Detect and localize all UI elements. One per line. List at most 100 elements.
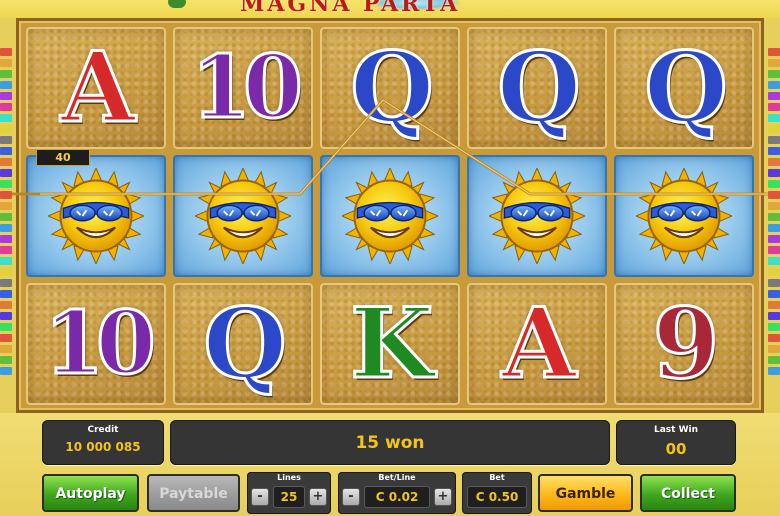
payline-marker (768, 356, 780, 364)
payline-marker (0, 345, 12, 353)
autoplay-button[interactable]: Autoplay (42, 474, 139, 512)
bet-per-line-plus-button[interactable]: + (434, 488, 452, 506)
payline-marker (768, 279, 780, 287)
lines-label: Lines (277, 473, 301, 482)
payline-marker (0, 191, 12, 199)
symbol-9: 9 (651, 287, 721, 400)
payline-marker (768, 202, 780, 210)
reel-frame: A 10 10 Q Q K Q A Q 9 (16, 18, 764, 413)
paytable-button[interactable]: Paytable (147, 474, 240, 512)
payline-marker (0, 235, 12, 243)
payline-marker (0, 202, 12, 210)
lines-minus-button[interactable]: - (251, 488, 269, 506)
payline-marker (0, 268, 12, 276)
payline-marker (768, 290, 780, 298)
sun-sunglasses-icon (636, 168, 732, 264)
total-bet-control: Bet C 0.50 (462, 472, 532, 514)
payline-marker (0, 180, 12, 188)
payline-marker (0, 301, 12, 309)
payline-marker (0, 92, 12, 100)
payline-marker (768, 345, 780, 353)
sun-sunglasses-icon (342, 168, 438, 264)
payline-marker (0, 367, 12, 375)
payline-marker (768, 158, 780, 166)
symbol-a: A (500, 287, 577, 400)
payline-marker (0, 224, 12, 232)
last-win-panel: Last Win 00 (616, 420, 736, 465)
payline-marker (0, 158, 12, 166)
payline-marker (0, 279, 12, 287)
symbol-a: A (59, 31, 136, 144)
sun-sunglasses-icon (489, 168, 585, 264)
payline-marker (768, 257, 780, 265)
reel-5: Q 9 (611, 25, 757, 408)
palm-leaf-icon (168, 0, 186, 8)
reel-cell (173, 155, 313, 277)
payline-marker (768, 367, 780, 375)
payline-marker (768, 103, 780, 111)
payline-marker (768, 301, 780, 309)
bet-per-line-minus-button[interactable]: - (342, 488, 360, 506)
symbol-k: K (349, 287, 435, 400)
reel-cell: Q (320, 27, 460, 149)
payline-marker (0, 136, 12, 144)
symbol-q: Q (643, 31, 730, 144)
payline-marker (768, 268, 780, 276)
payline-marker (768, 59, 780, 67)
reel-cell: A (26, 27, 166, 149)
lines-plus-button[interactable]: + (309, 488, 327, 506)
bet-per-line-value: C 0.02 (364, 486, 430, 508)
credit-label: Credit (87, 425, 119, 435)
payline-marker (0, 312, 12, 320)
credit-value: 10 000 085 (65, 440, 141, 454)
reel-cell: K (320, 283, 460, 405)
payline-marker (768, 235, 780, 243)
symbol-q: Q (349, 31, 436, 144)
payline-marker (0, 169, 12, 177)
payline-marker (768, 323, 780, 331)
total-bet-value: C 0.50 (467, 486, 527, 508)
payline-marker (0, 213, 12, 221)
payline-marker (0, 114, 12, 122)
payline-marker (0, 59, 12, 67)
payline-marker (0, 147, 12, 155)
bet-per-line-label: Bet/Line (378, 473, 416, 482)
payline-marker (0, 125, 12, 133)
payline-marker (768, 191, 780, 199)
payline-marker (768, 169, 780, 177)
payline-marker (768, 81, 780, 89)
win-message: 15 won (355, 433, 425, 453)
payline-marker (0, 290, 12, 298)
payline-markers-right (768, 48, 780, 378)
collect-button[interactable]: Collect (640, 474, 736, 512)
reel-1: A 10 (23, 25, 169, 408)
win-message-panel: 15 won (170, 420, 610, 465)
gamble-button[interactable]: Gamble (538, 474, 633, 512)
last-win-value: 00 (665, 440, 687, 458)
payline-marker (0, 257, 12, 265)
payline-markers-left (0, 48, 12, 378)
symbol-q: Q (496, 31, 583, 144)
reel-cell: Q (467, 27, 607, 149)
bet-per-line-control: Bet/Line - C 0.02 + (338, 472, 456, 514)
sun-sunglasses-icon (48, 168, 144, 264)
reel-cell: 9 (614, 283, 754, 405)
reel-cell (467, 155, 607, 277)
reel-cell (26, 155, 166, 277)
symbol-q: Q (202, 287, 289, 400)
reel-cell (320, 155, 460, 277)
reel-3: Q K (317, 25, 463, 408)
payline-marker (768, 180, 780, 188)
reel-cell: Q (614, 27, 754, 149)
payline-marker (768, 224, 780, 232)
last-win-label: Last Win (653, 425, 699, 435)
payline-marker (768, 92, 780, 100)
reel-cell: Q (173, 283, 313, 405)
payline-marker (0, 246, 12, 254)
sun-sunglasses-icon (195, 168, 291, 264)
payline-marker (0, 70, 12, 78)
reel-cell (614, 155, 754, 277)
payline-marker (768, 136, 780, 144)
reel-2: 10 Q (170, 25, 316, 408)
payline-marker (0, 334, 12, 342)
